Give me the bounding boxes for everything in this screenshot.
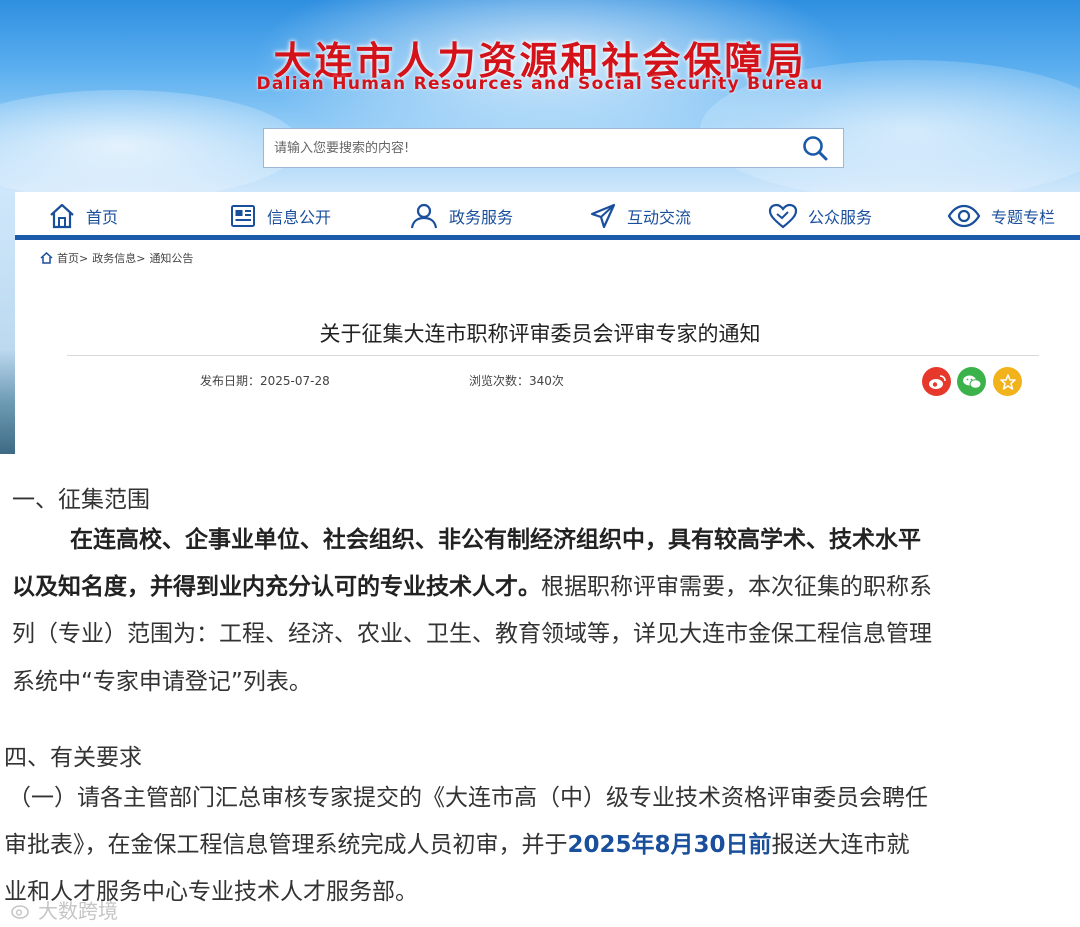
home-icon <box>50 203 74 229</box>
section-heading: 四、有关要求 <box>4 745 142 771</box>
view-count: 浏览次数：340次 <box>469 372 564 389</box>
publish-value: 2025-07-28 <box>260 374 330 388</box>
nav-item-interact[interactable]: 互动交流 <box>589 202 691 230</box>
nav-item-home[interactable]: 首页 <box>48 202 118 230</box>
weibo-icon <box>928 374 946 389</box>
views-value: 340次 <box>529 374 564 388</box>
home-icon <box>40 252 53 264</box>
star-icon <box>999 373 1016 390</box>
breadcrumb-level2[interactable]: 通知公告 <box>149 250 193 266</box>
share-weibo-button[interactable] <box>922 367 951 396</box>
paragraph-line: 以及知名度，并得到业内充分认可的专业技术人才。根据职称评审需要，本次征集的职称系 <box>12 563 1080 611</box>
wechat-icon <box>962 375 981 389</box>
paragraph-line: 审批表》，在金保工程信息管理系统完成人员初审，并于2025年8月30日前报送大连… <box>4 821 1080 869</box>
nav-label: 政务服务 <box>449 208 514 227</box>
user-icon <box>410 203 438 229</box>
section-heading: 一、征集范围 <box>12 487 150 513</box>
paragraph-line: 在连高校、企事业单位、社会组织、非公有制经济组织中，具有较高学术、技术水平 <box>70 516 1080 564</box>
site-subtitle: Dalian Human Resources and Social Securi… <box>256 74 824 94</box>
send-icon <box>590 203 616 229</box>
views-label: 浏览次数： <box>469 374 530 388</box>
bold-text: 以及知名度，并得到业内充分认可的专业技术人才。 <box>12 574 541 600</box>
weibo-icon <box>11 904 29 919</box>
bold-text: 在连高校、企事业单位、社会组织、非公有制经济组织中，具有较高学术、技术水平 <box>70 527 921 553</box>
deadline-highlight: 2025年8月30日前 <box>567 832 772 858</box>
paragraph-line: 业和人才服务中心专业技术人才服务部。 <box>4 879 418 905</box>
share-favorite-button[interactable] <box>993 367 1022 396</box>
article-title: 关于征集大连市职称评审委员会评审专家的通知 <box>319 322 761 346</box>
breadcrumb-level1[interactable]: 政务信息> <box>92 250 145 266</box>
main-nav: 首页 信息公开 政务服务 互动交流 公众服务 专题专栏 <box>15 192 1080 240</box>
paragraph-line: （一）请各主管部门汇总审核专家提交的《大连市高（中）级专业技术资格评审委员会聘任 <box>8 785 928 811</box>
title-divider <box>67 355 1039 356</box>
search-button[interactable] <box>787 129 843 167</box>
nav-item-info[interactable]: 信息公开 <box>229 202 331 230</box>
paragraph-text: 审批表》，在金保工程信息管理系统完成人员初审，并于 <box>4 832 568 858</box>
nav-item-special[interactable]: 专题专栏 <box>947 202 1055 230</box>
nav-item-service[interactable]: 政务服务 <box>409 202 513 230</box>
watermark: 大数跨境 <box>10 895 118 924</box>
breadcrumb: 首页> 政务信息> 通知公告 <box>40 250 193 266</box>
search-input[interactable] <box>264 129 787 167</box>
newspaper-icon <box>231 205 255 227</box>
paragraph-line: 列（专业）范围为：工程、经济、农业、卫生、教育领域等，详见大连市金保工程信息管理 <box>12 621 932 647</box>
nav-label: 互动交流 <box>627 208 692 227</box>
nav-label: 首页 <box>86 208 119 227</box>
header-banner: 大连市人力资源和社会保障局 Dalian Human Resources and… <box>0 0 1080 192</box>
publish-date: 发布日期：2025-07-28 <box>200 372 330 389</box>
nav-item-public[interactable]: 公众服务 <box>768 202 872 230</box>
publish-label: 发布日期： <box>200 374 261 388</box>
nav-label: 公众服务 <box>808 208 873 227</box>
search-box <box>263 128 844 168</box>
nav-label: 专题专栏 <box>991 208 1056 227</box>
paragraph-line: 系统中“专家申请登记”列表。 <box>12 669 312 695</box>
paragraph-text: 根据职称评审需要，本次征集的职称系 <box>541 574 932 600</box>
heart-icon <box>768 203 798 229</box>
search-icon <box>803 136 828 161</box>
watermark-text: 大数跨境 <box>38 899 118 923</box>
paragraph-text: 报送大连市就 <box>771 832 910 858</box>
share-wechat-button[interactable] <box>957 367 986 396</box>
breadcrumb-home[interactable]: 首页> <box>57 250 88 266</box>
nav-label: 信息公开 <box>267 208 332 227</box>
eye-icon <box>947 204 981 228</box>
